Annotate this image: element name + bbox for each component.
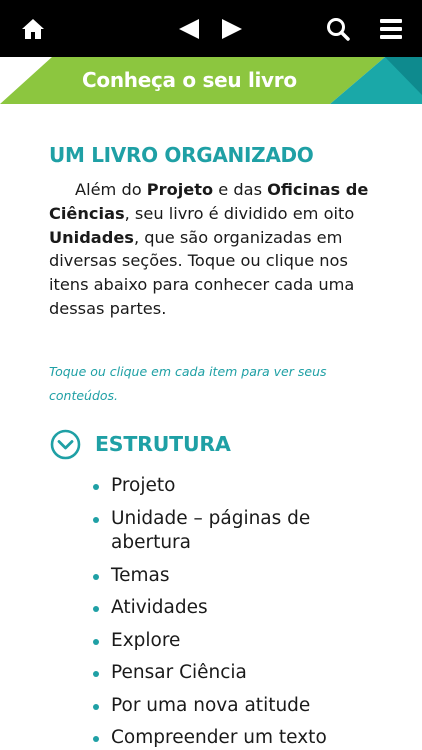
- list-item-atividades[interactable]: Atividades: [93, 596, 393, 621]
- intro-paragraph: Além do Projeto e das Oficinas de Ciênci…: [49, 180, 369, 318]
- section-title: ESTRUTURA: [95, 432, 231, 456]
- instruction-hint: Toque ou clique em cada item para ver se…: [49, 364, 327, 403]
- list-item-explore[interactable]: Explore: [93, 629, 393, 654]
- search-button[interactable]: [322, 0, 354, 57]
- list-item-compreender-texto[interactable]: Compreender um texto: [93, 726, 393, 750]
- page-title: UM LIVRO ORGANIZADO: [49, 143, 314, 167]
- estrutura-toggle[interactable]: ESTRUTURA: [50, 428, 231, 460]
- bullet: [93, 516, 99, 523]
- top-toolbar: [0, 0, 422, 57]
- menu-icon: [380, 18, 402, 39]
- bullet: [93, 703, 99, 710]
- bullet: [93, 573, 99, 580]
- previous-arrow-icon: [179, 18, 199, 39]
- search-icon: [327, 17, 350, 41]
- structure-list: Projeto Unidade – páginas de abertura Te…: [93, 474, 393, 750]
- home-button[interactable]: [14, 0, 52, 57]
- bullet: [93, 671, 99, 677]
- list-item-temas[interactable]: Temas: [93, 564, 393, 589]
- banner-title: Conheça o seu livro: [82, 68, 297, 92]
- next-page-button[interactable]: [217, 0, 247, 57]
- bullet: [93, 638, 99, 645]
- bullet: [93, 606, 99, 612]
- previous-page-button[interactable]: [174, 0, 204, 57]
- list-item-projeto[interactable]: Projeto: [93, 474, 393, 499]
- section-banner: Conheça o seu livro: [0, 57, 422, 104]
- list-item-unidade[interactable]: Unidade – páginas de abertura: [93, 507, 393, 556]
- bullet: [93, 736, 99, 742]
- next-arrow-icon: [222, 18, 242, 39]
- home-icon: [22, 18, 44, 39]
- menu-button[interactable]: [376, 0, 406, 57]
- list-item-nova-atitude[interactable]: Por uma nova atitude: [93, 694, 393, 719]
- bullet: [93, 484, 99, 490]
- list-item-pensar-ciencia[interactable]: Pensar Ciência: [93, 661, 393, 686]
- chevron-down-circle-icon: [50, 429, 81, 459]
